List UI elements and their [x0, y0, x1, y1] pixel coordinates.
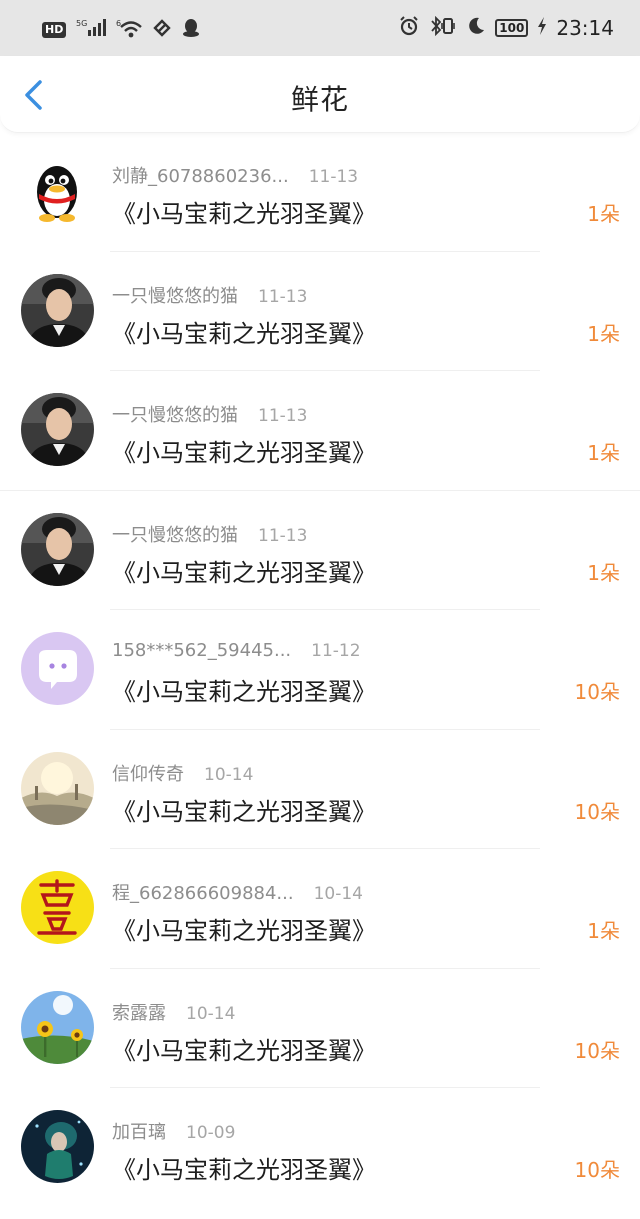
net2-label: 6: [116, 19, 121, 28]
status-left: HD 5G 6: [42, 18, 200, 42]
hd-indicator: HD: [42, 22, 67, 38]
sender-info: 一只慢悠悠的猫 11-13: [112, 521, 307, 547]
flower-count: 10朵: [574, 1158, 620, 1182]
scenery-avatar[interactable]: [21, 751, 94, 825]
sender-name[interactable]: 程_662866609884...: [112, 879, 294, 905]
sender-name[interactable]: 158***562_59445...: [112, 640, 291, 661]
book-title[interactable]: 《小马宝莉之光羽圣翼》: [112, 792, 376, 827]
gift-date: 11-13: [258, 406, 308, 426]
flower-count: 10朵: [574, 1038, 620, 1063]
book-title[interactable]: 《小马宝莉之光羽圣翼》: [112, 194, 376, 229]
sender-info: 索露露 10-14: [112, 999, 235, 1025]
sender-info: 一只慢悠悠的猫 11-13: [112, 282, 307, 308]
flower-count: 1朵: [587, 560, 620, 585]
wifi-icon: 6: [116, 18, 143, 42]
man-in-suit-avatar[interactable]: [21, 512, 94, 586]
sender-info: 一只慢悠悠的猫 11-13: [112, 401, 307, 427]
gift-date: 11-13: [258, 525, 308, 546]
list-item[interactable]: 索露露 10-14 《小马宝莉之光羽圣翼》 10朵: [0, 969, 640, 1088]
flower-count: 1朵: [587, 202, 620, 226]
list-item[interactable]: 一只慢悠悠的猫 11-13 《小马宝莉之光羽圣翼》 1朵: [0, 252, 640, 371]
sender-info: 刘静_6078860236... 11-13: [112, 162, 358, 188]
moon-icon: [467, 16, 485, 40]
flower-count: 10朵: [574, 680, 620, 704]
page-title: 鲜花: [290, 83, 349, 116]
flower-count: 1朵: [587, 321, 620, 346]
book-title[interactable]: 《小马宝莉之光羽圣翼》: [112, 911, 376, 946]
yellow-talisman-avatar[interactable]: [21, 871, 94, 944]
sender-info: 信仰传奇 10-14: [112, 760, 253, 786]
book-title[interactable]: 《小马宝莉之光羽圣翼》: [112, 314, 376, 349]
gift-date: 10-14: [204, 764, 254, 785]
top-bar: 鲜花: [0, 56, 640, 133]
gift-date: 10-14: [186, 1003, 236, 1024]
flower-count: 10朵: [574, 799, 620, 824]
sender-name[interactable]: 一只慢悠悠的猫: [112, 282, 238, 308]
list-item[interactable]: 加百璃 10-09 《小马宝莉之光羽圣翼》 10朵: [0, 1088, 640, 1208]
book-title[interactable]: 《小马宝莉之光羽圣翼》: [112, 553, 376, 588]
list-item[interactable]: 程_662866609884... 10-14 《小马宝莉之光羽圣翼》 1朵: [0, 849, 640, 969]
sender-name[interactable]: 信仰传奇: [112, 760, 184, 786]
sender-info: 程_662866609884... 10-14: [112, 879, 363, 905]
gift-date: 11-12: [311, 641, 361, 661]
list-item[interactable]: 158***562_59445... 11-12 《小马宝莉之光羽圣翼》 10朵: [0, 610, 640, 730]
clock: 23:14: [556, 16, 614, 40]
man-in-suit-avatar[interactable]: [21, 273, 94, 347]
qq-penguin-avatar[interactable]: [21, 154, 94, 227]
book-title[interactable]: 《小马宝莉之光羽圣翼》: [112, 672, 376, 707]
flower-count: 1朵: [587, 919, 620, 943]
list-item[interactable]: 刘静_6078860236... 11-13 《小马宝莉之光羽圣翼》 1朵: [0, 132, 640, 252]
link-icon: [152, 18, 172, 42]
flower-count: 1朵: [587, 441, 620, 465]
bluetooth-vibrate-icon: [429, 15, 457, 40]
status-right: 100 23:14: [399, 15, 614, 40]
list-item[interactable]: 一只慢悠悠的猫 11-13 《小马宝莉之光羽圣翼》 1朵: [0, 371, 640, 491]
mermaid-avatar[interactable]: [21, 1110, 94, 1183]
charging-icon: [538, 17, 547, 39]
sender-name[interactable]: 刘静_6078860236...: [112, 162, 289, 188]
purple-chat-avatar[interactable]: [21, 632, 94, 705]
sunflower-avatar[interactable]: [21, 990, 94, 1064]
sender-name[interactable]: 加百璃: [112, 1118, 166, 1144]
status-bar: HD 5G 6 100 23:14: [0, 0, 640, 56]
book-title[interactable]: 《小马宝莉之光羽圣翼》: [112, 1031, 376, 1066]
list-item[interactable]: 一只慢悠悠的猫 11-13 《小马宝莉之光羽圣翼》 1朵: [0, 491, 640, 610]
gift-date: 11-13: [258, 286, 308, 307]
book-title[interactable]: 《小马宝莉之光羽圣翼》: [112, 433, 376, 468]
sender-name[interactable]: 索露露: [112, 999, 166, 1025]
book-title[interactable]: 《小马宝莉之光羽圣翼》: [112, 1150, 376, 1185]
flower-gift-list: 刘静_6078860236... 11-13 《小马宝莉之光羽圣翼》 1朵 一只…: [0, 132, 640, 1208]
gift-date: 10-14: [313, 884, 363, 904]
sender-name[interactable]: 一只慢悠悠的猫: [112, 521, 238, 547]
sender-info: 加百璃 10-09: [112, 1118, 235, 1144]
signal-icon: 5G: [76, 18, 107, 42]
qq-notification-icon: [182, 18, 200, 42]
sender-name[interactable]: 一只慢悠悠的猫: [112, 401, 238, 427]
gift-date: 10-09: [186, 1123, 236, 1143]
gift-date: 11-13: [308, 167, 359, 187]
list-item[interactable]: 信仰传奇 10-14 《小马宝莉之光羽圣翼》 10朵: [0, 730, 640, 849]
battery-indicator: 100: [495, 19, 529, 37]
sender-info: 158***562_59445... 11-12: [112, 640, 361, 661]
alarm-icon: [399, 16, 419, 40]
man-in-suit-avatar[interactable]: [21, 393, 94, 466]
net-label: 5G: [76, 19, 87, 28]
